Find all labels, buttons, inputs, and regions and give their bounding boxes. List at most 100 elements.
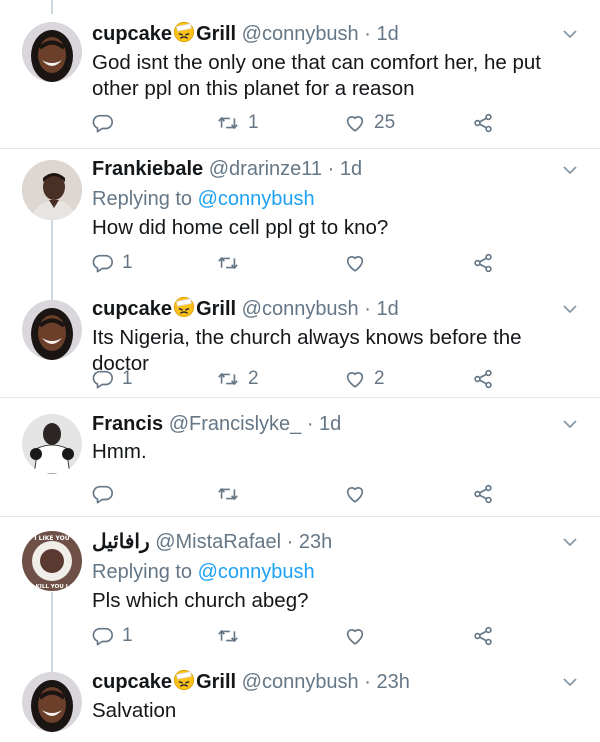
retweet-count: 2: [248, 368, 259, 389]
like-icon: [344, 368, 366, 390]
avatar[interactable]: [22, 22, 82, 82]
share-button[interactable]: [472, 367, 494, 391]
display-name[interactable]: cupcake: [92, 298, 172, 320]
like-count: 2: [374, 368, 385, 389]
like-button[interactable]: [344, 482, 374, 506]
share-icon: [472, 483, 494, 505]
tweet-5[interactable]: I LIKE YOU I'LL KILL YOU LAST رافائيل @M…: [0, 517, 600, 657]
replying-to-handle[interactable]: @connybush: [198, 561, 315, 583]
chevron-down-icon[interactable]: [562, 165, 578, 175]
reply-count: 1: [122, 368, 133, 389]
display-name[interactable]: رافائيل: [92, 531, 150, 553]
tweet-1[interactable]: cupcake Grill @connybush · 1d God isnt th…: [0, 0, 600, 148]
share-icon: [472, 252, 494, 274]
share-button[interactable]: [472, 111, 494, 135]
thread-line: [51, 287, 53, 300]
retweet-icon: [216, 625, 240, 647]
display-name-suffix[interactable]: Grill: [196, 671, 236, 693]
chevron-down-icon[interactable]: [562, 29, 578, 39]
timestamp[interactable]: · 1d: [364, 298, 398, 320]
like-button[interactable]: [344, 251, 374, 275]
handle[interactable]: @connybush: [242, 671, 359, 693]
avatar[interactable]: [22, 160, 82, 220]
tweet-header: Francis @Francislyke_ · 1d: [92, 411, 341, 437]
reply-button[interactable]: [92, 482, 122, 506]
face-with-head-bandage-icon: [173, 21, 195, 43]
share-button[interactable]: [472, 482, 494, 506]
avatar[interactable]: I LIKE YOU I'LL KILL YOU LAST: [22, 531, 82, 591]
tweet-actions: 1: [92, 624, 512, 648]
reply-button[interactable]: 1: [92, 251, 133, 275]
timestamp[interactable]: · 23h: [364, 671, 410, 693]
display-name-suffix[interactable]: Grill: [196, 298, 236, 320]
timestamp[interactable]: · 1d: [328, 158, 362, 180]
share-icon: [472, 625, 494, 647]
like-button[interactable]: [344, 624, 374, 648]
share-button[interactable]: [472, 624, 494, 648]
handle[interactable]: @connybush: [242, 298, 359, 320]
reply-button[interactable]: [92, 111, 122, 135]
tweet-header: cupcake Grill @connybush · 1d: [92, 21, 399, 47]
like-icon: [344, 483, 366, 505]
reply-button[interactable]: 1: [92, 624, 133, 648]
tweet-6[interactable]: cupcake Grill @connybush · 23h Salvation: [0, 657, 600, 742]
retweet-button[interactable]: [216, 251, 248, 275]
tweet-2[interactable]: Frankiebale @drarinze11 · 1d Replying to…: [0, 149, 600, 287]
handle[interactable]: @Francislyke_: [169, 413, 302, 435]
retweet-button[interactable]: 1: [216, 111, 259, 135]
chevron-down-icon[interactable]: [562, 304, 578, 314]
tweet-3[interactable]: cupcake Grill @connybush · 1d Its Nigeria…: [0, 287, 600, 397]
display-name[interactable]: Frankiebale: [92, 158, 203, 180]
thread-line: [51, 592, 53, 657]
avatar[interactable]: [22, 300, 82, 360]
share-icon: [472, 112, 494, 134]
display-name[interactable]: cupcake: [92, 23, 172, 45]
tweet-actions: [92, 482, 512, 506]
reply-icon: [92, 483, 114, 505]
handle[interactable]: @MistaRafael: [155, 531, 281, 553]
face-with-head-bandage-icon: [173, 296, 195, 318]
timestamp[interactable]: · 1d: [307, 413, 341, 435]
avatar[interactable]: [22, 414, 82, 474]
retweet-icon: [216, 112, 240, 134]
timestamp[interactable]: · 1d: [364, 23, 398, 45]
tweet-4[interactable]: Francis @Francislyke_ · 1d Hmm.: [0, 398, 600, 516]
thread-line: [51, 220, 53, 287]
replying-to-label: Replying to: [92, 561, 193, 583]
tweet-header: رافائيل @MistaRafael · 23h: [92, 529, 332, 555]
avatar-text-top: I LIKE YOU: [34, 535, 69, 542]
like-button[interactable]: 2: [344, 367, 385, 391]
chevron-down-icon[interactable]: [562, 677, 578, 687]
share-button[interactable]: [472, 251, 494, 275]
display-name-suffix[interactable]: Grill: [196, 23, 236, 45]
reply-count: 1: [122, 252, 133, 273]
tweet-text: God isnt the only one that can comfort h…: [92, 51, 541, 100]
tweet-text: Salvation: [92, 699, 177, 722]
face-with-head-bandage-icon: [173, 669, 195, 691]
thread-line: [51, 0, 53, 14]
avatar-text-bottom: I'LL KILL YOU LAST: [23, 584, 81, 590]
retweet-icon: [216, 252, 240, 274]
chevron-down-icon[interactable]: [562, 419, 578, 429]
timestamp[interactable]: · 23h: [287, 531, 333, 553]
tweet-actions: 1 25: [92, 111, 512, 135]
tweet-text: Hmm.: [92, 440, 147, 463]
reply-button[interactable]: 1: [92, 367, 133, 391]
handle[interactable]: @connybush: [242, 23, 359, 45]
retweet-icon: [216, 483, 240, 505]
handle[interactable]: @drarinze11: [209, 158, 322, 180]
tweet-header: cupcake Grill @connybush · 1d: [92, 296, 399, 322]
retweet-button[interactable]: 2: [216, 367, 259, 391]
reply-count: 1: [122, 625, 133, 646]
chevron-down-icon[interactable]: [562, 537, 578, 547]
replying-to-handle[interactable]: @connybush: [198, 188, 315, 210]
like-icon: [344, 112, 366, 134]
display-name[interactable]: Francis: [92, 413, 163, 435]
display-name[interactable]: cupcake: [92, 671, 172, 693]
retweet-button[interactable]: [216, 624, 248, 648]
like-count: 25: [374, 112, 396, 133]
tweet-text: Pls which church abeg?: [92, 589, 309, 612]
like-button[interactable]: 25: [344, 111, 395, 135]
retweet-button[interactable]: [216, 482, 248, 506]
avatar[interactable]: [22, 672, 82, 732]
